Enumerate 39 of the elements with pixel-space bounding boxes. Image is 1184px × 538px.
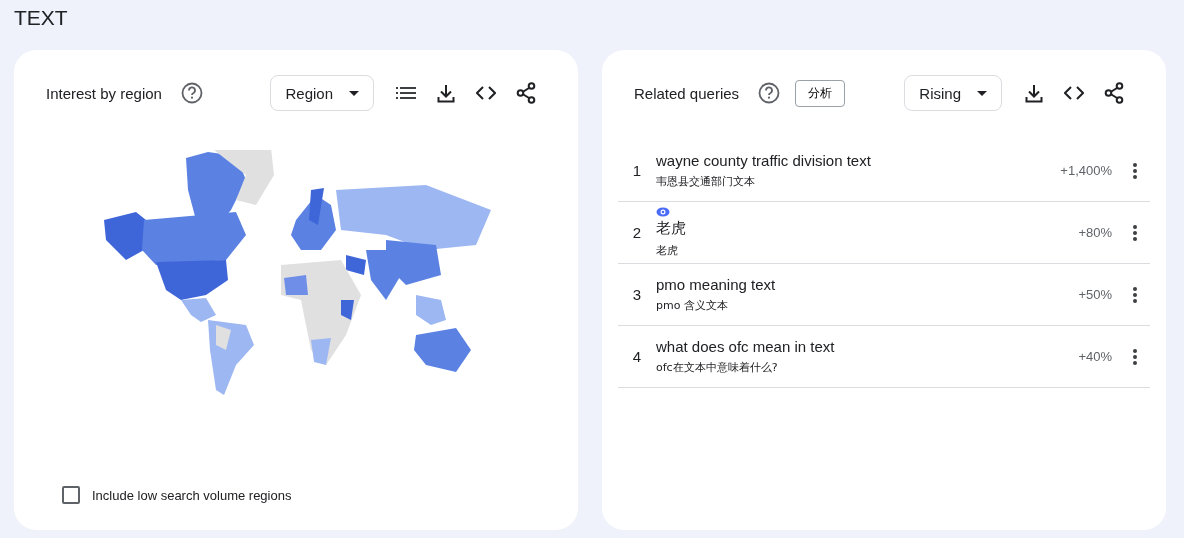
caret-icon <box>977 90 987 96</box>
rank-number: 4 <box>631 348 643 365</box>
rise-value: +50% <box>1078 287 1112 302</box>
embed-code-icon[interactable] <box>1064 86 1084 100</box>
page-title: TEXT <box>14 6 68 30</box>
analyze-button[interactable]: 分析 <box>795 79 846 107</box>
region-dropdown[interactable]: Region <box>270 75 374 111</box>
download-icon[interactable] <box>437 83 455 103</box>
embed-code-icon[interactable] <box>476 86 496 100</box>
query-link[interactable]: wayne county traffic division text <box>656 152 1061 169</box>
share-icon[interactable] <box>1104 82 1124 104</box>
rising-dropdown[interactable]: Rising <box>904 75 1002 111</box>
download-icon[interactable] <box>1025 83 1043 103</box>
query-link[interactable]: what does ofc mean in text <box>656 338 1079 355</box>
rank-number: 2 <box>631 224 643 241</box>
rise-value: +1,400% <box>1060 163 1112 178</box>
more-icon[interactable] <box>1133 348 1137 365</box>
checkbox-label: Include low search volume regions <box>92 487 292 503</box>
help-icon[interactable] <box>758 82 781 104</box>
query-link[interactable]: pmo meaning text <box>656 276 1079 293</box>
more-icon[interactable] <box>1133 224 1137 241</box>
rise-value: +40% <box>1078 349 1112 364</box>
help-icon[interactable] <box>180 82 203 104</box>
caret-icon <box>349 90 359 96</box>
checkbox[interactable] <box>62 486 80 504</box>
query-translation: ofc在文本中意味着什么? <box>656 360 779 375</box>
query-translation: pmo 含义文本 <box>656 298 729 313</box>
more-icon[interactable] <box>1133 162 1137 179</box>
query-link[interactable]: 老虎 <box>656 219 1079 238</box>
card-title: Related queries <box>634 84 740 102</box>
share-icon[interactable] <box>516 82 536 104</box>
query-translation: 老虎 <box>656 243 679 258</box>
list-icon[interactable] <box>396 86 416 100</box>
rank-number: 3 <box>631 286 643 303</box>
rank-number: 1 <box>631 162 643 179</box>
query-translation: 韦恩县交通部门文本 <box>656 174 756 189</box>
more-icon[interactable] <box>1133 286 1137 303</box>
card-title: Interest by region <box>46 84 162 102</box>
rise-value: +80% <box>1078 225 1112 240</box>
